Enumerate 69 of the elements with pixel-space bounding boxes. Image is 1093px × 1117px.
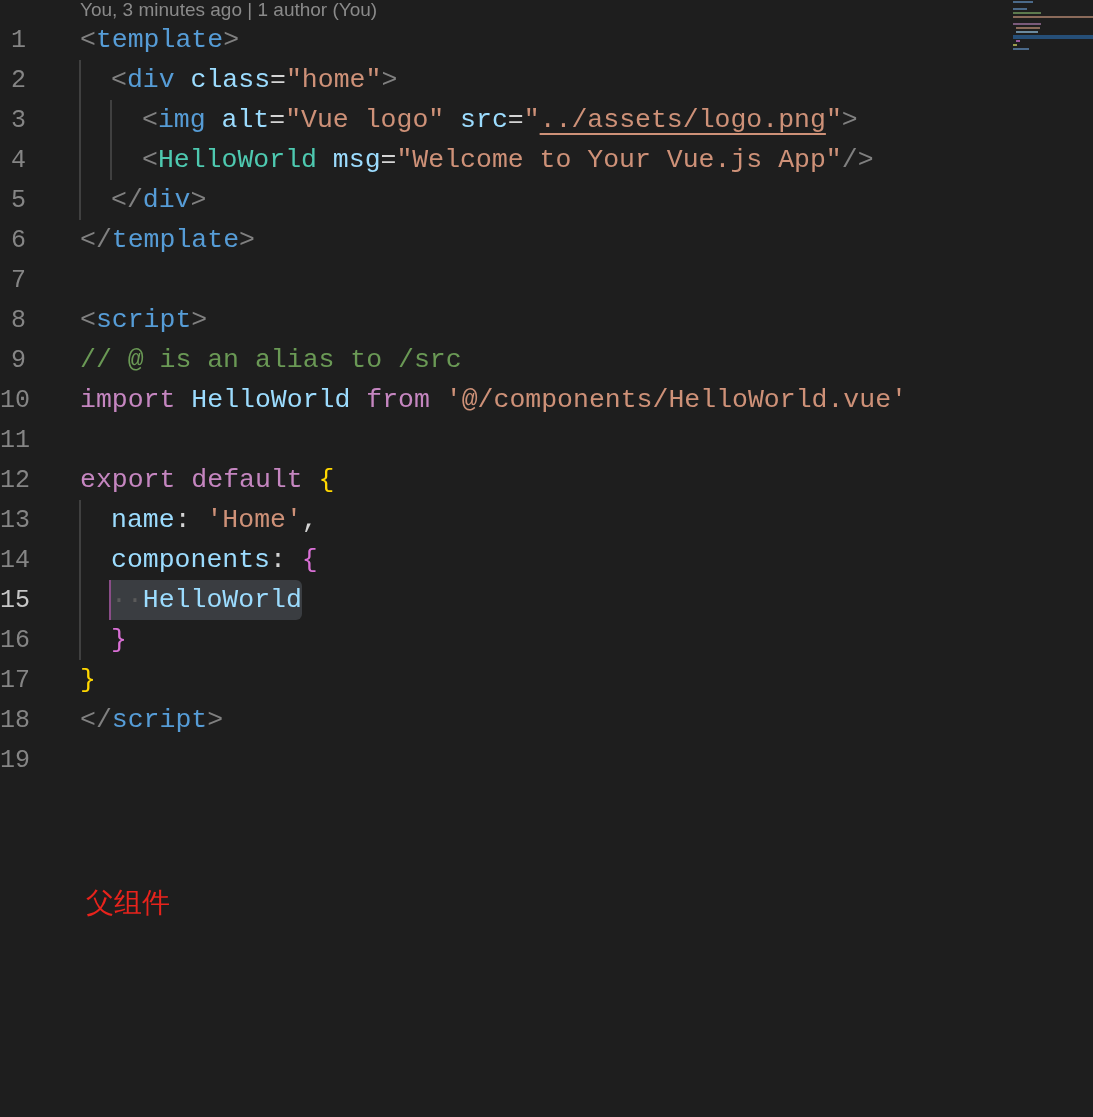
line-number: 17 xyxy=(0,665,26,695)
line-number: 9 xyxy=(10,345,26,375)
code-token: > xyxy=(239,225,255,255)
code-token: " xyxy=(523,105,540,135)
code-token: HelloWorld xyxy=(142,585,302,615)
code-token: < xyxy=(111,65,127,95)
code-token: > xyxy=(191,305,208,335)
code-token: > xyxy=(841,105,858,135)
blame-annotation: You, 3 minutes ago | 1 author (You) xyxy=(79,0,378,20)
line-number: 8 xyxy=(10,305,26,335)
code-token: script xyxy=(95,305,192,335)
code-token: </ xyxy=(80,705,112,735)
code-token: '@/components/HelloWorld.vue' xyxy=(445,385,907,415)
code-token: = xyxy=(269,105,286,135)
code-token: < xyxy=(142,145,158,175)
code-token: : xyxy=(174,505,192,535)
code-token: class xyxy=(190,65,271,95)
code-token: /> xyxy=(841,145,874,175)
code-token: > xyxy=(207,705,224,735)
code-token: div xyxy=(126,65,176,95)
code-token: from xyxy=(366,385,431,415)
code-token: </ xyxy=(80,225,112,255)
code-token: msg xyxy=(332,145,381,175)
code-token: src xyxy=(460,105,508,135)
line-number: 7 xyxy=(10,265,26,295)
line-number: 4 xyxy=(10,145,26,175)
code-token: components xyxy=(111,545,271,575)
line-number: 6 xyxy=(10,225,26,255)
code-token: template xyxy=(95,25,224,55)
code-token: > xyxy=(223,25,240,55)
code-token: "home" xyxy=(285,65,382,95)
line-number: 2 xyxy=(10,65,26,95)
code-token: div xyxy=(142,185,191,215)
code-token: " xyxy=(825,105,842,135)
code-token: ../assets/logo.png xyxy=(539,105,826,135)
whitespace-dots: ·· xyxy=(111,585,143,615)
code-token: alt xyxy=(221,105,270,135)
code-token: img xyxy=(157,105,207,135)
code-token: < xyxy=(80,305,96,335)
code-token: script xyxy=(111,705,208,735)
code-token: = xyxy=(507,105,524,135)
code-token: 'Home' xyxy=(206,505,302,535)
code-token: = xyxy=(380,145,397,175)
code-token: "Vue logo" xyxy=(285,105,446,135)
code-token: > xyxy=(381,65,398,95)
code-token: < xyxy=(142,105,158,135)
code-token: HelloWorld xyxy=(157,145,318,175)
code-token: } xyxy=(111,625,127,655)
code-token: HelloWorld xyxy=(191,385,352,415)
code-token: default xyxy=(191,465,304,495)
code-token: : xyxy=(270,545,287,575)
code-token: , xyxy=(301,505,318,535)
line-number: 3 xyxy=(10,105,26,135)
code-token: { xyxy=(301,545,318,575)
line-number: 5 xyxy=(10,185,26,215)
code-token: </ xyxy=(111,185,143,215)
code-comment: // @ is an alias to /src xyxy=(80,345,462,375)
code-token: < xyxy=(80,25,96,55)
line-number: 1 xyxy=(10,25,26,55)
code-token: import xyxy=(80,385,177,415)
annotation-label: 父组件 xyxy=(86,885,170,921)
code-token: = xyxy=(270,65,286,95)
code-token: > xyxy=(190,185,207,215)
code-token: "Welcome to Your Vue.js App" xyxy=(396,145,842,175)
code-token: export xyxy=(80,465,177,495)
code-token: { xyxy=(318,465,335,495)
code-token: template xyxy=(111,225,240,255)
code-token: } xyxy=(80,665,96,695)
code-token: name xyxy=(111,505,175,535)
